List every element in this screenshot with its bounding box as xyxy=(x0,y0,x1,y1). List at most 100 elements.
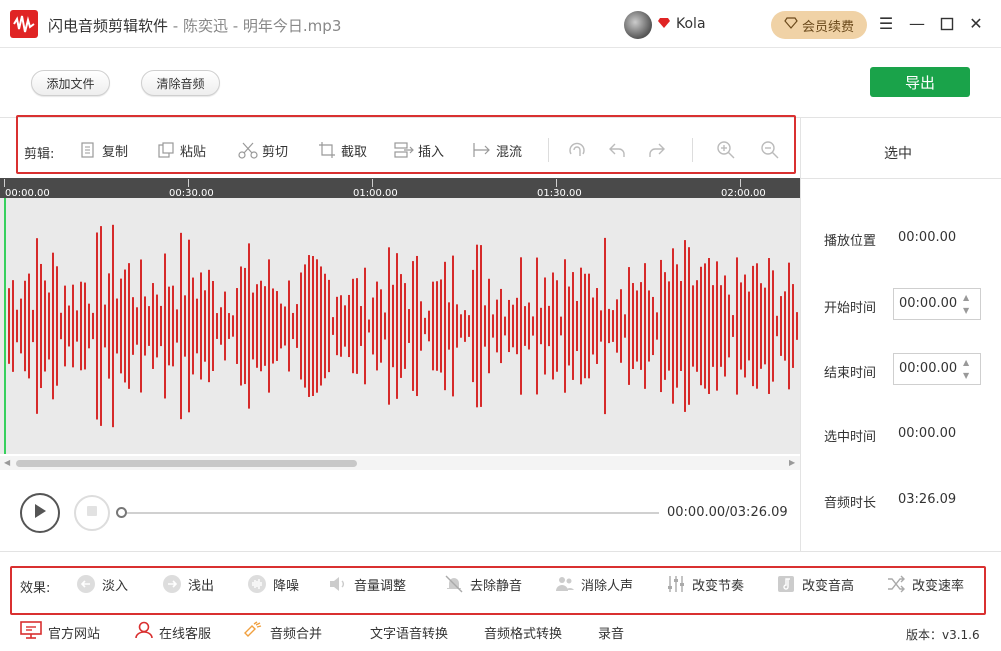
duration-label: 音频时长 xyxy=(824,496,877,511)
remove-silence-button[interactable]: 去除静音 xyxy=(444,573,522,595)
waveform-bar xyxy=(676,264,678,388)
mix-button[interactable]: 混流 xyxy=(472,139,522,161)
waveform-bar xyxy=(724,275,726,377)
stop-button[interactable] xyxy=(74,495,110,531)
vip-renew-button[interactable]: 会员续费 xyxy=(771,11,867,39)
scroll-left-icon[interactable]: ◀ xyxy=(4,458,10,467)
scrollbar-thumb[interactable] xyxy=(16,460,357,467)
waveform-bar xyxy=(336,296,338,356)
zoom-in-button[interactable] xyxy=(716,139,736,161)
waveform-bar xyxy=(776,315,778,337)
copy-button[interactable]: 复制 xyxy=(78,139,128,161)
recording-link[interactable]: 录音 xyxy=(598,622,624,642)
online-support-link[interactable]: 在线客服 xyxy=(135,621,212,642)
waveform-bar xyxy=(588,273,590,379)
waveform-bar xyxy=(612,310,614,342)
end-time-field[interactable]: 00:00.00 ▲ ▼ xyxy=(893,353,981,385)
export-button[interactable]: 导出 xyxy=(870,67,970,97)
window-title: 闪电音频剪辑软件 - 陈奕迅 - 明年今日.mp3 xyxy=(48,15,341,36)
zoom-in-icon xyxy=(716,140,736,160)
online-support-label: 在线客服 xyxy=(159,626,212,642)
decrement-icon[interactable]: ▼ xyxy=(963,307,973,315)
timeline-ruler[interactable] xyxy=(0,178,800,198)
waveform-bar xyxy=(788,262,790,390)
crop-button[interactable]: 截取 xyxy=(317,139,367,161)
change-tempo-button[interactable]: 改变节奏 xyxy=(666,573,744,595)
denoise-button[interactable]: 降噪 xyxy=(247,573,299,595)
decrement-icon[interactable]: ▼ xyxy=(963,372,973,380)
audio-format-convert-link[interactable]: 音频格式转换 xyxy=(484,622,562,642)
waveform-bar xyxy=(208,269,210,383)
waveform-area[interactable] xyxy=(0,198,800,454)
waveform-bar xyxy=(712,285,714,367)
app-name: 闪电音频剪辑软件 xyxy=(48,17,169,35)
paste-button[interactable]: 粘贴 xyxy=(156,139,206,161)
waveform-bar xyxy=(348,294,350,358)
waveform-bar xyxy=(516,297,518,355)
waveform-bar xyxy=(84,282,86,370)
increment-icon[interactable]: ▲ xyxy=(963,359,973,367)
waveform-bar xyxy=(620,289,622,363)
waveform-bar xyxy=(132,297,134,355)
clear-audio-button[interactable]: 清除音频 xyxy=(141,70,220,96)
waveform-bar xyxy=(704,263,706,389)
waveform-bar xyxy=(684,240,686,412)
add-file-button[interactable]: 添加文件 xyxy=(31,70,110,96)
playback-progress-knob[interactable] xyxy=(116,507,127,518)
remove-vocals-button[interactable]: 消除人声 xyxy=(555,573,633,595)
waveform-bar xyxy=(120,278,122,374)
waveform-bar xyxy=(468,315,470,337)
zoom-out-button[interactable] xyxy=(760,139,780,161)
username[interactable]: Kola xyxy=(676,16,706,32)
official-website-link[interactable]: 官方网站 xyxy=(20,621,100,642)
undo-button[interactable] xyxy=(607,139,627,161)
waveform-bar xyxy=(396,253,398,399)
waveform-bar xyxy=(400,274,402,378)
audio-merge-link[interactable]: 音频合并 xyxy=(242,621,322,642)
crop-label: 截取 xyxy=(341,144,368,160)
text-to-speech-link[interactable]: 文字语音转换 xyxy=(370,622,448,642)
insert-button[interactable]: 插入 xyxy=(394,139,444,161)
waveform-bar xyxy=(768,258,770,394)
menu-icon[interactable]: ☰ xyxy=(876,14,896,34)
waveform-bar xyxy=(104,304,106,348)
waveform-bar xyxy=(172,285,174,367)
cut-button[interactable]: 剪切 xyxy=(238,139,288,161)
maximize-icon[interactable] xyxy=(937,14,957,34)
cut-icon xyxy=(238,140,258,160)
waveform-bar xyxy=(280,303,282,349)
waveform-bar xyxy=(140,259,142,393)
waveform-bar xyxy=(300,272,302,380)
waveform-bar xyxy=(128,263,130,389)
redo-button[interactable] xyxy=(647,139,667,161)
playback-progress-track[interactable] xyxy=(127,512,659,514)
play-button[interactable] xyxy=(20,493,60,533)
waveform-bar xyxy=(520,257,522,395)
waveform-bar xyxy=(616,299,618,353)
waveform-bar xyxy=(328,279,330,373)
waveform-bar xyxy=(192,277,194,375)
waveform-bar xyxy=(8,288,10,364)
increment-icon[interactable]: ▲ xyxy=(963,294,973,302)
fade-out-button[interactable]: 浅出 xyxy=(162,573,214,595)
avatar[interactable] xyxy=(624,11,652,39)
waveform-bar xyxy=(276,291,278,361)
change-speed-button[interactable]: 改变速率 xyxy=(886,573,964,595)
scroll-right-icon[interactable]: ▶ xyxy=(789,458,795,467)
fade-in-button[interactable]: 淡入 xyxy=(76,573,128,595)
tick-mark xyxy=(556,179,557,187)
waveform-bar xyxy=(760,283,762,369)
waveform-bar xyxy=(168,286,170,366)
start-time-value: 00:00.00 xyxy=(899,296,958,311)
change-pitch-button[interactable]: 改变音高 xyxy=(776,573,854,595)
playhead[interactable] xyxy=(4,198,6,454)
waveform-bar xyxy=(552,272,554,380)
waveform-bar xyxy=(412,261,414,391)
minimize-icon[interactable]: — xyxy=(907,14,927,34)
close-icon[interactable]: ✕ xyxy=(966,14,986,34)
time-display: 00:00.00/03:26.09 xyxy=(667,505,788,520)
start-time-field[interactable]: 00:00.00 ▲ ▼ xyxy=(893,288,981,320)
loop-button[interactable] xyxy=(567,139,587,161)
volume-adjust-button[interactable]: 音量调整 xyxy=(328,573,406,595)
waveform-bar xyxy=(664,272,666,380)
